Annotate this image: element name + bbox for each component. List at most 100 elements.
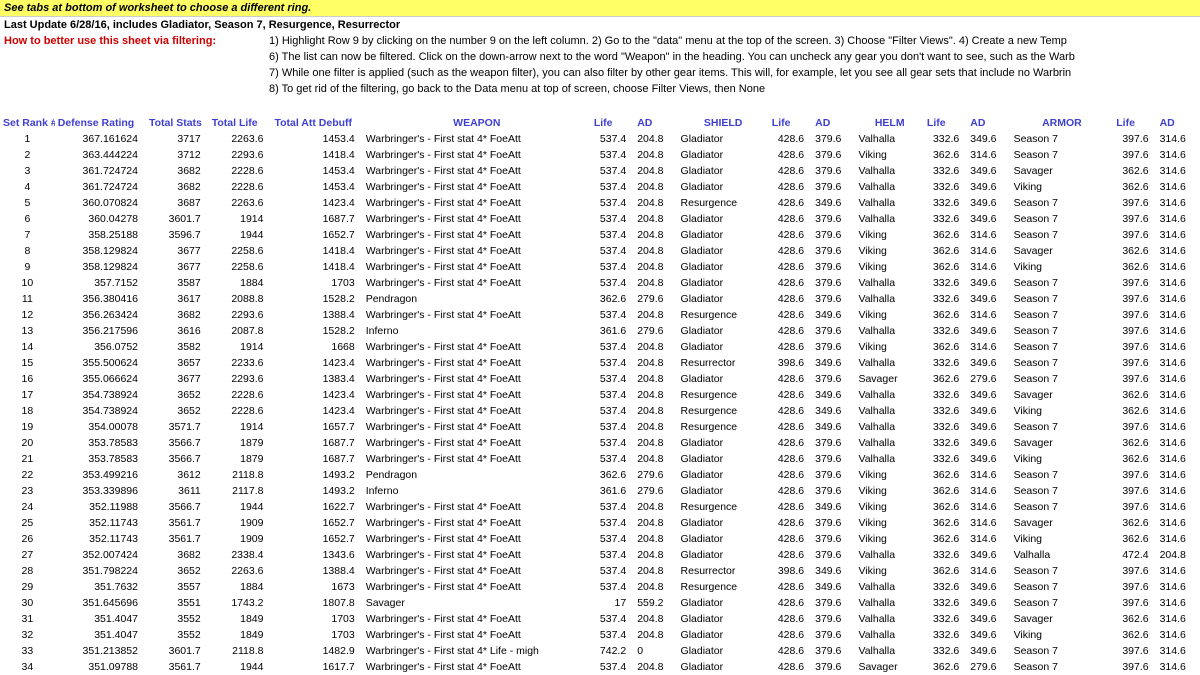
col-tl[interactable]: Total Life [209,115,272,131]
cell: 3657 [146,355,209,371]
cell: 362.6 [924,659,967,675]
col-shield[interactable]: SHIELD [678,115,769,131]
cell: 379.6 [812,179,855,195]
cell: 314.6 [1157,643,1200,659]
table-row: 13356.21759636162087.81528.2Inferno361.6… [0,323,1200,339]
cell: 30 [0,595,55,611]
col-life[interactable]: Life [769,115,812,131]
col-ad[interactable]: AD [1157,115,1200,131]
cell: 428.6 [769,659,812,675]
col-def[interactable]: Defense Rating [55,115,146,131]
table-row: 5360.07082436872263.61423.4Warbringer's … [0,195,1200,211]
col-ad[interactable]: AD [967,115,1010,131]
cell: 12 [0,307,55,323]
col-ad[interactable]: AD [634,115,677,131]
cell: 204.8 [634,387,677,403]
cell: 204.8 [634,227,677,243]
table-row: 11356.38041636172088.81528.2Pendragon362… [0,291,1200,307]
cell: 314.6 [1157,163,1200,179]
cell: Warbringer's - First stat 4* FoeAtt [363,419,591,435]
cell: 362.6 [924,499,967,515]
col-helm[interactable]: HELM [855,115,923,131]
col-ts[interactable]: Total Stats [146,115,209,131]
cell: Pendragon [363,467,591,483]
col-rank[interactable]: Set Rank # [0,115,55,131]
cell: 537.4 [591,579,634,595]
cell: Viking [855,339,923,355]
cell: Viking [855,499,923,515]
col-tad[interactable]: Total Att Debuff [271,115,362,131]
cell: 314.6 [1157,483,1200,499]
cell: Warbringer's - First stat 4* FoeAtt [363,515,591,531]
cell: 3557 [146,579,209,595]
col-life[interactable]: Life [591,115,634,131]
cell: 537.4 [591,131,634,147]
cell: 428.6 [769,307,812,323]
col-ad[interactable]: AD [812,115,855,131]
cell: 3596.7 [146,227,209,243]
cell: Gladiator [678,531,769,547]
cell: Valhalla [855,547,923,563]
cell: 3717 [146,131,209,147]
cell: 32 [0,627,55,643]
cell: 1687.7 [271,451,362,467]
table-row: 26352.117433561.719091652.7Warbringer's … [0,531,1200,547]
cell: 204.8 [634,563,677,579]
cell: 379.6 [812,611,855,627]
cell: 204.8 [634,435,677,451]
col-weapon[interactable]: WEAPON [363,115,591,131]
cell: 349.6 [967,387,1010,403]
cell: 6 [0,211,55,227]
cell: 1423.4 [271,195,362,211]
cell: Warbringer's - First stat 4* FoeAtt [363,355,591,371]
cell: Season 7 [1011,131,1114,147]
cell: 349.6 [967,547,1010,563]
cell: 3566.7 [146,499,209,515]
cell: 3601.7 [146,643,209,659]
cell: Valhalla [855,195,923,211]
cell: Resurgence [678,403,769,419]
cell: 332.6 [924,579,967,595]
cell: 279.6 [634,467,677,483]
table-row: 4361.72472436822228.61453.4Warbringer's … [0,179,1200,195]
cell: 1743.2 [209,595,272,611]
cell: 314.6 [1157,627,1200,643]
cell: 537.4 [591,275,634,291]
cell: 379.6 [812,259,855,275]
cell: Warbringer's - First stat 4* FoeAtt [363,179,591,195]
cell: 428.6 [769,275,812,291]
cell: Valhalla [855,595,923,611]
cell: 1909 [209,515,272,531]
cell: Season 7 [1011,467,1114,483]
col-life[interactable]: Life [924,115,967,131]
cell: Viking [855,515,923,531]
cell: 8 [0,243,55,259]
cell: 314.6 [1157,387,1200,403]
cell: 279.6 [634,323,677,339]
cell: Season 7 [1011,643,1114,659]
cell: 397.6 [1113,595,1156,611]
cell: 3601.7 [146,211,209,227]
cell: 349.6 [812,563,855,579]
table-row: 24352.119883566.719441622.7Warbringer's … [0,499,1200,515]
cell: 349.6 [967,579,1010,595]
table-row: 16355.06662436772293.61383.4Warbringer's… [0,371,1200,387]
cell: Gladiator [678,547,769,563]
cell: 351.09788 [55,659,146,675]
cell: 25 [0,515,55,531]
cell: 2293.6 [209,147,272,163]
cell: Warbringer's - First stat 4* FoeAtt [363,163,591,179]
cell: 537.4 [591,307,634,323]
cell: 379.6 [812,595,855,611]
cell: 351.4047 [55,611,146,627]
cell: 349.6 [967,179,1010,195]
table-row: 15355.50062436572233.61423.4Warbringer's… [0,355,1200,371]
cell: 1657.7 [271,419,362,435]
col-life[interactable]: Life [1113,115,1156,131]
cell: 27 [0,547,55,563]
cell: Season 7 [1011,579,1114,595]
cell: 362.6 [924,371,967,387]
cell: 24 [0,499,55,515]
cell: 332.6 [924,323,967,339]
col-armor[interactable]: ARMOR [1011,115,1114,131]
